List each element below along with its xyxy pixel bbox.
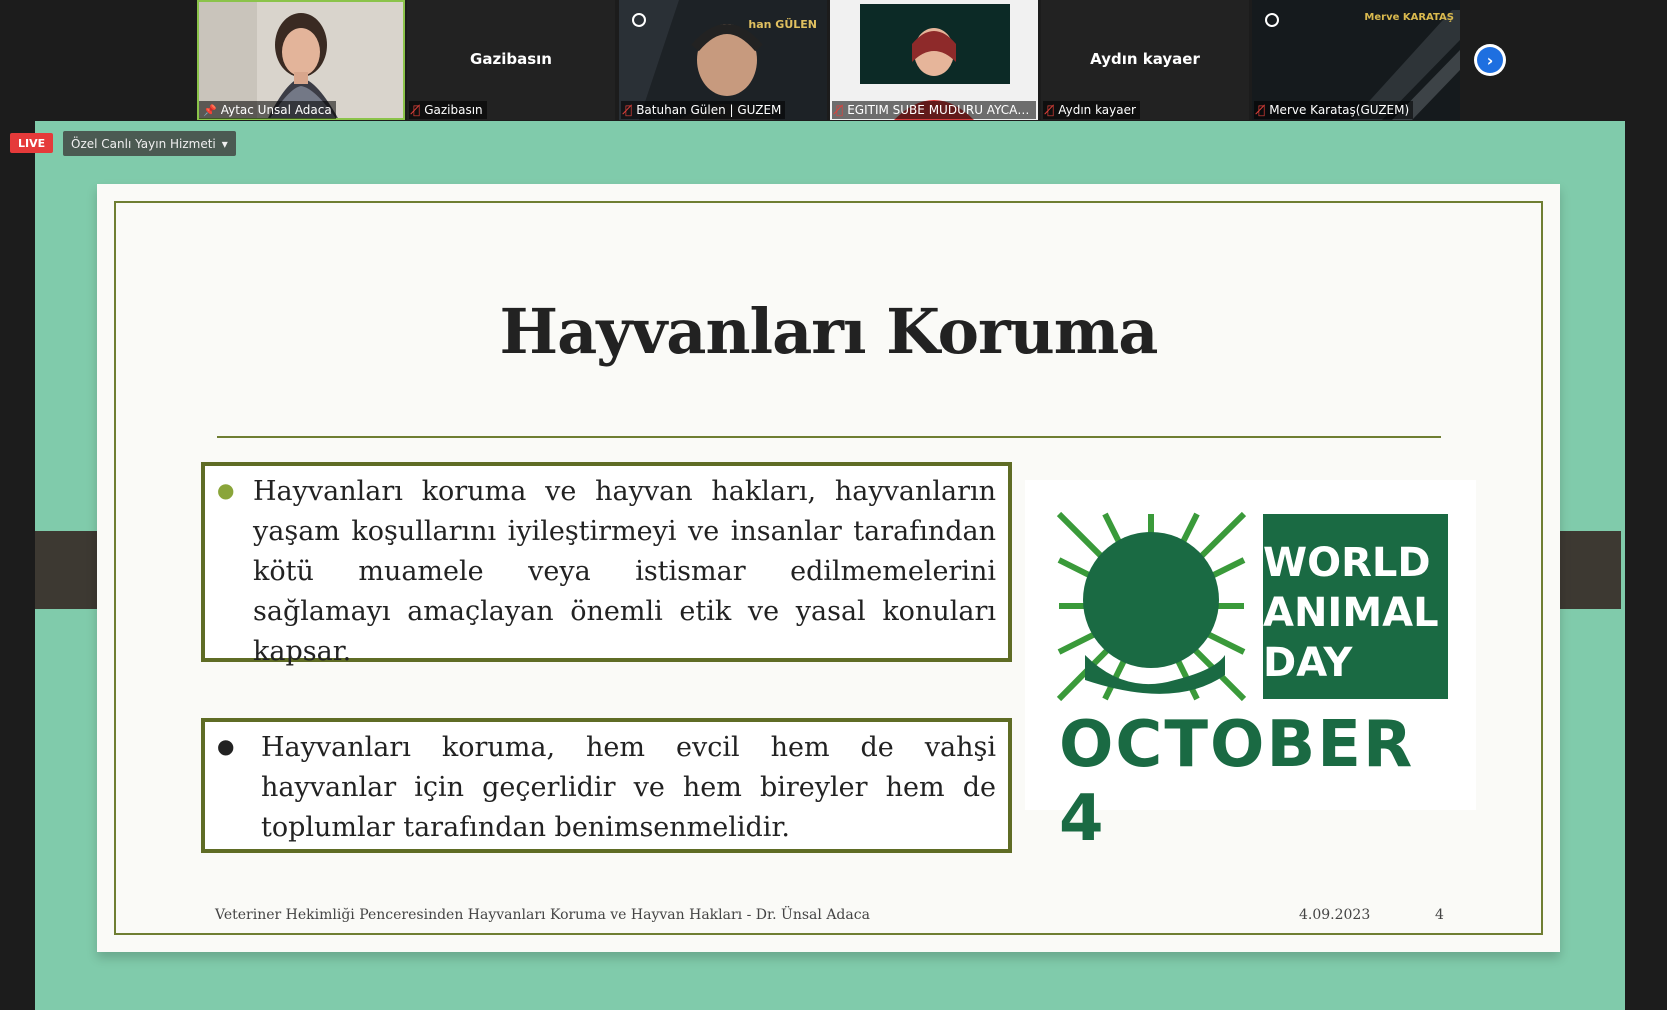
participant-overlay-text: Merve KARATAŞ <box>1364 12 1454 23</box>
slide-date: 4.09.2023 <box>1299 907 1371 923</box>
chevron-down-icon: ▾ <box>221 136 228 151</box>
mic-off-icon: 🎙̸ <box>836 103 844 117</box>
bullet-icon: ● <box>217 478 235 502</box>
participant-name: EGITIM SUBE MUDURU AYCA ... <box>847 103 1032 117</box>
participant-nameplate: 🎙̸ Merve Karataş(GUZEM) <box>1254 101 1414 119</box>
mic-off-icon: 🎙̸ <box>1047 103 1055 117</box>
participant-tile-merve[interactable]: Merve KARATAŞ 🎙̸ Merve Karataş(GUZEM) <box>1252 0 1460 120</box>
chevron-right-icon: › <box>1477 47 1503 73</box>
world-animal-day-heading: WORLD ANIMAL DAY <box>1263 538 1439 688</box>
participant-tile-aydin[interactable]: Aydın kayaer 🎙̸ Aydın kayaer <box>1041 0 1249 120</box>
slide-page-number: 4 <box>1435 907 1444 923</box>
presentation-slide: Hayvanları Koruma ● Hayvanları koruma ve… <box>97 184 1560 952</box>
bullet-box: ● Hayvanları koruma ve hayvan hakları, h… <box>201 462 1012 667</box>
participant-nameplate: 🎙̸ EGITIM SUBE MUDURU AYCA ... <box>832 101 1036 119</box>
participant-tile-aytac[interactable]: 📌 Aytac Unsal Adaca <box>197 0 405 120</box>
next-participants-button[interactable]: › <box>1474 44 1506 76</box>
live-badge: LIVE <box>10 133 54 153</box>
participant-overlay-text: han GÜLEN <box>748 18 817 31</box>
participant-tile-ayca[interactable]: 🎙̸ EGITIM SUBE MUDURU AYCA ... <box>830 0 1038 120</box>
participant-name: Aytac Unsal Adaca <box>220 103 332 117</box>
participant-display-name: Gazibasın <box>470 50 552 68</box>
stream-service-dropdown[interactable]: Özel Canlı Yayın Hizmeti ▾ <box>63 131 236 156</box>
participant-name: Aydın kayaer <box>1058 103 1136 117</box>
participant-name: Batuhan Gülen | GUZEM <box>636 103 782 117</box>
mic-off-icon: 🎙̸ <box>1258 103 1266 117</box>
mic-off-icon: 🎙̸ <box>413 103 421 117</box>
mic-off-icon: 🎙̸ <box>625 103 633 117</box>
participant-nameplate: 🎙̸ Batuhan Gülen | GUZEM <box>621 101 786 119</box>
world-animal-day-date: OCTOBER 4 <box>1059 708 1415 856</box>
stream-service-label: Özel Canlı Yayın Hizmeti <box>71 136 216 151</box>
participant-name: Merve Karataş(GUZEM) <box>1269 103 1410 117</box>
bullet-text: Hayvanları koruma ve hayvan hakları, hay… <box>253 476 996 667</box>
wad-line: DAY <box>1263 640 1353 686</box>
slide-title: Hayvanları Koruma <box>499 295 1159 368</box>
pin-icon: 📌 <box>203 103 217 117</box>
participant-nameplate: 🎙̸ Gazibasın <box>409 101 487 119</box>
bullet-box: ● Hayvanları koruma, hem evcil hem de va… <box>201 718 1012 853</box>
bullet-text: Hayvanları koruma, hem evcil hem de vahş… <box>261 732 996 843</box>
participant-name: Gazibasın <box>424 103 483 117</box>
participant-display-name: Aydın kayaer <box>1090 50 1200 68</box>
wad-line: ANIMAL <box>1263 590 1439 636</box>
world-animal-day-image: WORLD ANIMAL DAY OCTOBER 4 <box>1025 480 1476 856</box>
slide-footer: Veteriner Hekimliği Penceresinden Hayvan… <box>215 907 870 923</box>
participant-nameplate: 📌 Aytac Unsal Adaca <box>199 101 336 119</box>
bullet-icon: ● <box>217 734 235 758</box>
title-divider <box>217 436 1441 438</box>
wad-line: WORLD <box>1263 540 1431 586</box>
participant-nameplate: 🎙̸ Aydın kayaer <box>1043 101 1140 119</box>
participant-tile-gazibasin[interactable]: Gazibasın 🎙̸ Gazibasın <box>407 0 615 120</box>
participant-tile-batuhan[interactable]: han GÜLEN 🎙̸ Batuhan Gülen | GUZEM <box>619 0 827 120</box>
